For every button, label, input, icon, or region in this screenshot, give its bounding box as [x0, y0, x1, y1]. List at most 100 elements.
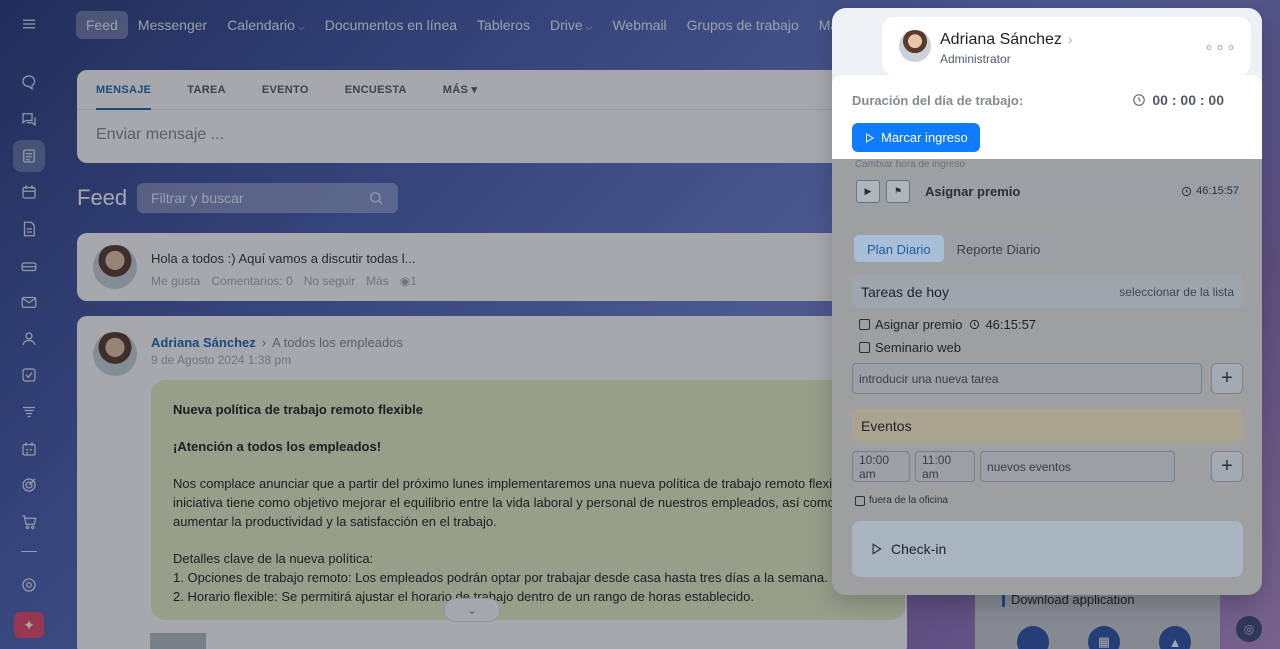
target-icon[interactable] [13, 469, 45, 501]
eye-icon: ◉ [399, 274, 411, 288]
clock-in-button[interactable]: Marcar ingreso [852, 123, 980, 152]
profile-card[interactable]: Adriana Sánchez › Administrator ∘∘∘ [882, 17, 1251, 75]
add-event-button[interactable]: + [1211, 451, 1243, 482]
new-event-input[interactable]: nuevos eventos [980, 451, 1175, 482]
post-composer: MENSAJE TAREA EVENTO ENCUESTA MÁS ▾ Envi… [77, 70, 877, 163]
unfollow-link[interactable]: No seguir [304, 274, 355, 288]
tab-message[interactable]: MENSAJE [96, 70, 152, 110]
current-task-bar: ▶ ⚑ Asignar premio 46:15:57 [852, 175, 1243, 208]
feed-search-input[interactable]: Filtrar y buscar [137, 183, 398, 213]
avatar[interactable] [93, 245, 137, 289]
contacts-icon[interactable] [13, 323, 45, 355]
event-end-time[interactable]: 11:00 am [915, 451, 975, 482]
task-item[interactable]: Asignar premio 46:15:57 [859, 317, 1036, 332]
plan-tabs: Plan Diario Reporte Diario [852, 233, 1056, 264]
workday-timer: 00 : 00 : 00 [1132, 92, 1224, 108]
help-icon[interactable]: ◎ [1236, 616, 1262, 642]
message-input[interactable]: Enviar mensaje ... [77, 110, 877, 160]
post-date: 9 de Agosto 2024 1:38 pm [151, 353, 292, 367]
calendar-icon[interactable] [13, 176, 45, 208]
post-destination[interactable]: A todos los empleados [272, 335, 403, 350]
event-start-time[interactable]: 10:00 am [852, 451, 910, 482]
tasks-title: Tareas de hoy [861, 283, 949, 300]
add-task-button[interactable]: + [1211, 363, 1243, 394]
change-clock-in-time-link[interactable]: Cambiar hora de ingreso [855, 159, 965, 170]
nav-workgroups[interactable]: Grupos de trabajo [677, 11, 809, 39]
events-title: Eventos [861, 417, 912, 434]
user-name: Adriana Sánchez › [940, 31, 1073, 48]
left-sidebar: ✦ [0, 0, 58, 649]
drive-icon[interactable] [13, 250, 45, 282]
composer-tabs: MENSAJE TAREA EVENTO ENCUESTA MÁS ▾ [77, 70, 877, 110]
views-counter: ◉1 [399, 274, 417, 288]
feed-post: Hola a todos :) Aquí vamos a discutir to… [77, 233, 907, 301]
post-actions: Me gusta Comentarios: 0 No seguir Más ◉1 [151, 274, 417, 288]
schedule-icon[interactable] [13, 433, 45, 465]
top-navigation: Feed Messenger Calendario ⌵ Documentos en… [76, 10, 865, 40]
finish-flag-button[interactable]: ⚑ [886, 180, 910, 203]
post-text[interactable]: Hola a todos :) Aquí vamos a discutir to… [151, 251, 415, 266]
nav-drive[interactable]: Drive ⌵ [540, 11, 603, 39]
like-link[interactable]: Me gusta [151, 274, 200, 288]
attachment-thumbnail[interactable] [150, 633, 206, 649]
post-heading: Nueva política de trabajo remoto flexibl… [173, 402, 423, 417]
chevron-down-icon: ⌵ [585, 22, 593, 32]
out-of-office-checkbox[interactable] [855, 495, 865, 506]
menu-icon[interactable] [13, 8, 45, 40]
play-task-button[interactable]: ▶ [856, 180, 880, 203]
post-paragraph: Nos complace anunciar que a partir del p… [173, 476, 883, 529]
events-section-header: Eventos [852, 409, 1243, 442]
task-item[interactable]: Seminario web [859, 340, 961, 355]
chevron-down-icon: ⌵ [297, 22, 305, 32]
more-options-icon[interactable]: ∘∘∘ [1204, 37, 1237, 57]
chevron-right-icon: › [1067, 31, 1073, 47]
post-details-title: Detalles clave de la nueva política: [173, 551, 374, 566]
mail-icon[interactable] [13, 286, 45, 318]
avatar [899, 30, 931, 62]
cart-icon[interactable] [13, 506, 45, 538]
expand-post-button[interactable]: ⌄ [444, 598, 500, 622]
task-checkbox[interactable] [859, 342, 870, 353]
nav-boards[interactable]: Tableros [467, 11, 540, 39]
user-workday-widget: Adriana Sánchez › Administrator ∘∘∘ Durac… [832, 8, 1262, 595]
filter-icon[interactable] [13, 396, 45, 428]
tab-daily-plan[interactable]: Plan Diario [854, 235, 944, 262]
tab-task[interactable]: TAREA [187, 70, 226, 110]
select-from-list-link[interactable]: seleccionar de la lista [1119, 285, 1234, 299]
tasks-icon[interactable] [13, 359, 45, 391]
more-link[interactable]: Más [366, 274, 389, 288]
tab-event[interactable]: EVENTO [262, 70, 309, 110]
nav-online-documents[interactable]: Documentos en línea [315, 11, 467, 39]
nav-messenger[interactable]: Messenger [128, 11, 217, 39]
tab-more[interactable]: MÁS ▾ [443, 70, 478, 110]
play-icon [866, 132, 874, 143]
out-of-office-toggle[interactable]: fuera de la oficina [855, 495, 948, 506]
clock-icon [1133, 94, 1146, 106]
task-checkbox[interactable] [859, 319, 870, 330]
post-body: Nueva política de trabajo remoto flexibl… [151, 380, 905, 620]
post-attention: ¡Atención a todos los empleados! [173, 439, 382, 454]
author-name[interactable]: Adriana Sánchez [151, 335, 256, 350]
clock-icon [1182, 186, 1192, 196]
check-in-button[interactable]: Check-in [852, 521, 1243, 577]
messages-icon[interactable] [13, 103, 45, 135]
workday-panel: Duración del día de trabajo: 00 : 00 : 0… [832, 75, 1262, 159]
document-icon[interactable] [13, 213, 45, 245]
app-icon[interactable]: ✦ [14, 612, 44, 638]
comments-link[interactable]: Comentarios: 0 [211, 274, 292, 288]
tab-daily-report[interactable]: Reporte Diario [944, 235, 1054, 262]
feed-icon[interactable] [13, 140, 45, 172]
nav-webmail[interactable]: Webmail [602, 11, 676, 39]
post-detail: 2. Horario flexible: Se permitirá ajusta… [173, 589, 755, 604]
chat-bubble-icon[interactable] [13, 66, 45, 98]
tasks-section-header: Tareas de hoy seleccionar de la lista [852, 275, 1243, 308]
chevron-down-icon: ⌄ [466, 603, 478, 617]
nav-calendar[interactable]: Calendario ⌵ [217, 11, 315, 39]
workday-label: Duración del día de trabajo: [852, 93, 1024, 108]
current-task-time: 46:15:57 [1181, 185, 1239, 197]
new-task-input[interactable]: introducir una nueva tarea [852, 363, 1202, 394]
settings-icon[interactable] [13, 569, 45, 601]
avatar[interactable] [93, 332, 137, 376]
nav-feed[interactable]: Feed [76, 11, 128, 39]
tab-poll[interactable]: ENCUESTA [345, 70, 407, 110]
